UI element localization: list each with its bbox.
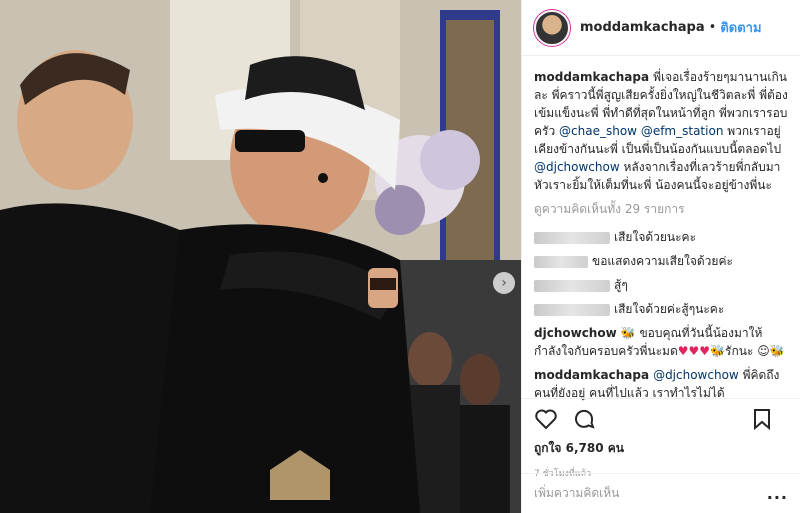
comment-text: เสียใจด้วยค่ะสู้ๆนะคะ (614, 302, 725, 316)
post-header: moddamkachapa • ติดตาม (522, 0, 800, 56)
post-photo[interactable]: › (0, 0, 521, 513)
blurred-username (534, 231, 610, 244)
reply-text-2: รักนะ (725, 344, 754, 358)
comment-item: ขอแสดงความเสียใจด้วยค่ะ (534, 252, 788, 270)
comment-item: สู้ๆ (534, 276, 788, 294)
caption: moddamkachapa พี่เจอเรื่องร้ายๆมานานเกินล… (534, 68, 788, 194)
mention-efm-station[interactable]: @efm_station (641, 124, 724, 138)
face-emoji-icon: ☺ (757, 344, 770, 358)
bee-emoji-icon: 🐝 (769, 344, 785, 358)
comment-text: ขอแสดงความเสียใจด้วยค่ะ (592, 254, 733, 268)
reply-username[interactable]: moddamkachapa (534, 368, 649, 382)
reply-djchowchow: djchowchow 🐝 ขอบคุณที่วันนี้น้องมาให้กำลั… (534, 324, 788, 360)
view-all-comments-link[interactable]: ดูความคิดเห็นทั้ง 29 รายการ (534, 200, 788, 218)
caption-username[interactable]: moddamkachapa (534, 70, 649, 84)
reply-moddamkachapa: moddamkachapa @djchowchow พี่คิดถึงคนที่ย… (534, 366, 788, 402)
bee-emoji-icon: 🐝 (710, 344, 725, 358)
reply-username[interactable]: djchowchow (534, 326, 617, 340)
post-view: › moddamkachapa • ติดตาม moddamkachapa พี… (0, 0, 800, 513)
add-comment-bar: เพิ่มความคิดเห็น ... (522, 473, 800, 513)
blurred-username (534, 303, 610, 316)
hearts-emoji-icon: ♥♥♥ (677, 344, 711, 358)
blurred-username (534, 279, 610, 292)
comment-text: สู้ๆ (614, 278, 628, 292)
header-username[interactable]: moddamkachapa (580, 20, 705, 35)
bee-emoji-icon: 🐝 (620, 326, 636, 340)
comment-item: เสียใจด้วยค่ะสู้ๆนะคะ (534, 300, 788, 318)
mention-chae-show[interactable]: @chae_show (559, 124, 637, 138)
comment-item: เสียใจด้วยนะคะ (534, 228, 788, 246)
add-comment-input[interactable]: เพิ่มความคิดเห็น (534, 484, 767, 503)
mention-djchowchow[interactable]: @djchowchow (653, 368, 739, 382)
heart-icon[interactable] (534, 407, 558, 431)
action-bar: ถูกใจ 6,780 คน 7 ชั่วโมงที่แล้ว (522, 398, 800, 479)
avatar[interactable] (534, 9, 570, 46)
more-options-icon[interactable]: ... (767, 484, 788, 503)
next-photo-chevron-right-icon[interactable]: › (493, 272, 515, 294)
follow-button[interactable]: ติดตาม (720, 17, 761, 38)
mention-djchowchow[interactable]: @djchowchow (534, 160, 620, 174)
comment-list: moddamkachapa พี่เจอเรื่องร้ายๆมานานเกินล… (522, 56, 800, 402)
details-panel: moddamkachapa • ติดตาม moddamkachapa พี่เ… (521, 0, 800, 513)
blurred-username (534, 255, 588, 268)
bookmark-icon[interactable] (750, 407, 774, 431)
comment-text: เสียใจด้วยนะคะ (614, 230, 697, 244)
likes-count[interactable]: ถูกใจ 6,780 คน (534, 439, 788, 458)
photo-illustration (0, 0, 521, 513)
comment-icon[interactable] (572, 407, 596, 431)
action-icons (534, 405, 788, 433)
header-separator: • (708, 20, 717, 35)
